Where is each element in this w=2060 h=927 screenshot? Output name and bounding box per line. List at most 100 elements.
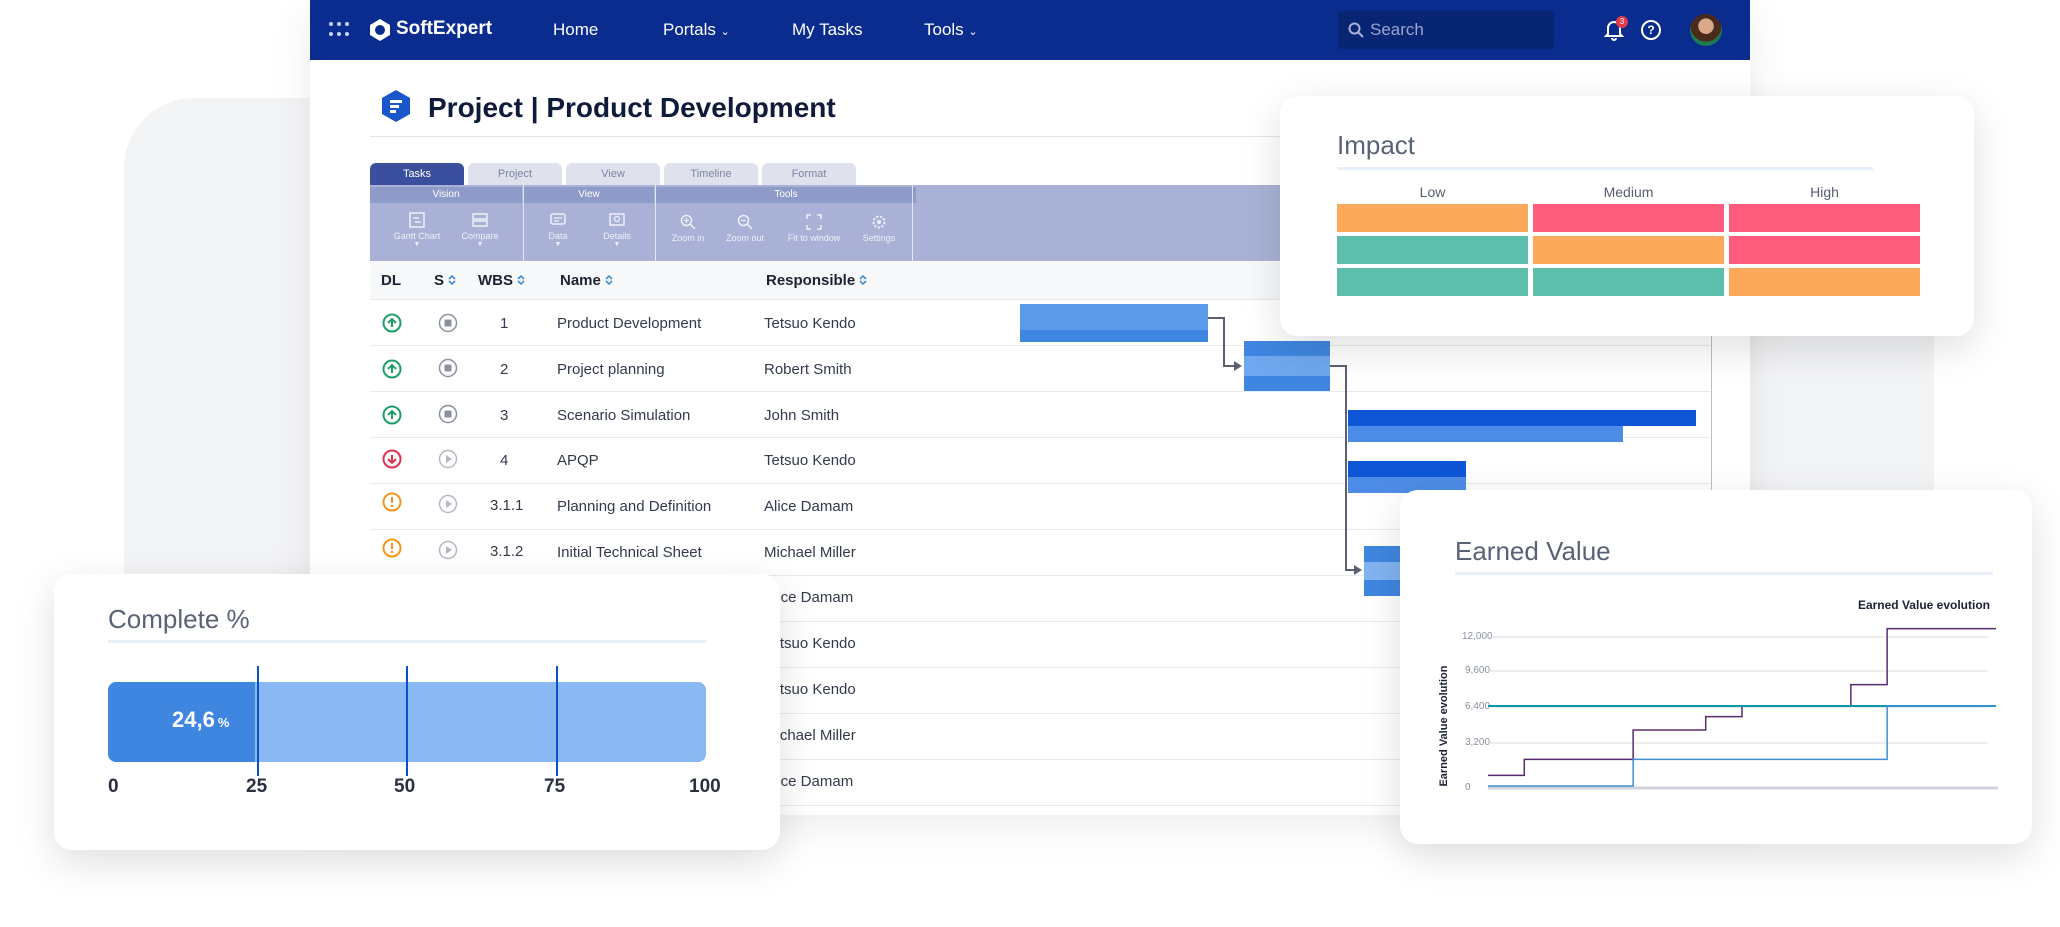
deadline-down-icon	[382, 449, 402, 474]
y-tick-label: 9,600	[1465, 665, 1491, 676]
nav-home[interactable]: Home	[553, 20, 598, 40]
impact-cell[interactable]	[1729, 204, 1920, 232]
column-header-s-label: S	[434, 272, 445, 289]
avatar[interactable]	[1690, 14, 1722, 46]
zoom-in-label: Zoom in	[671, 233, 705, 243]
tab-view[interactable]: View	[566, 163, 660, 185]
sort-icon	[605, 274, 613, 286]
chevron-down-icon: ▼	[613, 241, 621, 248]
task-name-cell[interactable]: Planning and Definition	[557, 498, 711, 515]
impact-cell[interactable]	[1533, 236, 1724, 264]
column-header-dl[interactable]: DL	[381, 272, 401, 289]
task-name-cell[interactable]: Scenario Simulation	[557, 407, 690, 424]
y-tick-label: 3,200	[1465, 737, 1491, 748]
details-label: Details	[603, 231, 631, 241]
column-header-name[interactable]: Name	[560, 272, 613, 289]
task-name-cell[interactable]: APQP	[557, 452, 599, 469]
status-play-icon	[438, 540, 458, 565]
chevron-down-icon: ⌄	[720, 26, 730, 38]
deadline-up-icon	[382, 359, 402, 384]
impact-cell[interactable]	[1729, 268, 1920, 296]
deadline-warning-icon	[382, 492, 402, 517]
gantt-chart-button[interactable]: Gantt Chart ▼	[387, 212, 447, 248]
ribbon-separator	[655, 185, 656, 261]
help-icon[interactable]: ?	[1641, 20, 1661, 40]
chevron-down-icon: ▼	[413, 241, 421, 248]
ribbon-group-vision: Vision	[370, 187, 522, 203]
chevron-down-icon: ▼	[476, 241, 484, 248]
impact-cell[interactable]	[1729, 236, 1920, 264]
brand-name[interactable]: SoftExpert	[396, 18, 492, 40]
project-icon	[380, 89, 412, 128]
tab-tasks[interactable]: Tasks	[370, 163, 464, 185]
compare-icon	[472, 213, 488, 227]
status-stop-icon	[438, 404, 458, 429]
impact-column-low: Low	[1419, 184, 1446, 200]
ribbon-separator	[912, 185, 913, 261]
gantt-chart-label: Gantt Chart	[393, 231, 441, 241]
task-name-cell[interactable]: Product Development	[557, 315, 701, 332]
progress-value-number: 24,6	[172, 707, 215, 732]
series-line-0	[1488, 627, 1996, 777]
progress-value-unit: %	[217, 715, 230, 730]
impact-cell[interactable]	[1337, 204, 1528, 232]
ribbon-separator	[523, 185, 524, 261]
status-play-icon	[438, 449, 458, 474]
fit-to-window-label: Fit to window	[787, 233, 841, 243]
zoom-in-button[interactable]: Zoom in	[658, 214, 718, 243]
gantt-bar[interactable]	[1348, 410, 1696, 426]
tab-timeline[interactable]: Timeline	[664, 163, 758, 185]
nav-portals[interactable]: Portals ⌄	[663, 20, 730, 40]
settings-button[interactable]: Settings	[849, 214, 909, 243]
responsible-cell: Tetsuo Kendo	[764, 315, 856, 332]
wbs-cell: 3.1.1	[490, 497, 524, 514]
compare-button[interactable]: Compare ▼	[450, 212, 510, 248]
gantt-bar-progress	[1020, 330, 1208, 342]
impact-cell[interactable]	[1533, 268, 1724, 296]
search-placeholder: Search	[1370, 20, 1424, 39]
zoom-out-button[interactable]: Zoom out	[715, 214, 775, 243]
chart-legend: Earned Value evolution	[1857, 598, 1990, 612]
apps-grid-icon[interactable]	[328, 20, 350, 40]
impact-cell[interactable]	[1337, 236, 1528, 264]
details-button[interactable]: Details ▼	[587, 212, 647, 248]
task-name-cell[interactable]: Project planning	[557, 361, 665, 378]
impact-cell[interactable]	[1337, 268, 1528, 296]
chevron-down-icon: ▼	[554, 241, 562, 248]
y-tick-label: 0	[1465, 782, 1471, 793]
impact-cell[interactable]	[1533, 204, 1724, 232]
responsible-cell: John Smith	[764, 407, 840, 424]
nav-tools-label: Tools	[924, 20, 964, 39]
responsible-cell: Michael Miller	[764, 544, 856, 561]
earned-value-title-divider	[1455, 572, 1993, 575]
data-button[interactable]: Data ▼	[528, 212, 588, 248]
status-stop-icon	[438, 313, 458, 338]
top-navbar: SoftExpert Home Portals ⌄ My Tasks Tools…	[310, 0, 1750, 60]
task-name-cell[interactable]: Initial Technical Sheet	[557, 544, 702, 561]
column-header-s[interactable]: S	[434, 272, 456, 289]
gear-icon	[872, 215, 886, 229]
tab-project[interactable]: Project	[468, 163, 562, 185]
progress-marker-75	[556, 666, 558, 776]
brand-logo-icon	[368, 18, 392, 47]
column-header-responsible[interactable]: Responsible	[766, 272, 867, 289]
responsible-cell: Robert Smith	[764, 361, 852, 378]
ribbon-group-view: View	[524, 187, 654, 203]
progress-tick-label: 100	[689, 776, 721, 797]
nav-my-tasks[interactable]: My Tasks	[792, 20, 863, 40]
sort-icon	[448, 274, 456, 286]
gantt-chart-icon	[409, 212, 425, 228]
data-icon	[550, 213, 566, 225]
search-input[interactable]: Search	[1338, 11, 1554, 49]
page-title: Project | Product Development	[428, 92, 836, 123]
deadline-up-icon	[382, 405, 402, 430]
tab-format[interactable]: Format	[762, 163, 856, 185]
wbs-cell: 2	[500, 361, 509, 378]
wbs-cell: 4	[500, 452, 509, 469]
fit-to-window-button[interactable]: Fit to window	[784, 214, 844, 243]
column-header-wbs[interactable]: WBS	[478, 272, 525, 289]
earned-value-chart	[1488, 627, 1998, 790]
nav-tools[interactable]: Tools ⌄	[924, 20, 978, 40]
complete-title: Complete %	[108, 604, 250, 634]
data-label: Data	[548, 231, 568, 241]
